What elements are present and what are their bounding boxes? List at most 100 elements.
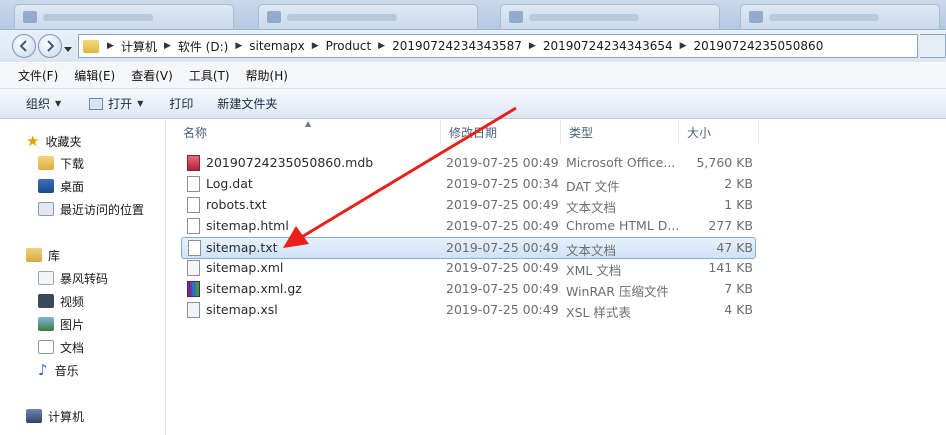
arrow-left-icon: [19, 40, 27, 52]
breadcrumb-sitemapx[interactable]: sitemapx: [246, 39, 307, 53]
file-size: 5,760 KB: [696, 155, 753, 170]
menu-help[interactable]: 帮助(H): [238, 67, 296, 84]
html-file-icon: [187, 218, 200, 234]
libraries-icon: [26, 248, 42, 262]
organize-button[interactable]: 组织 ▼: [16, 95, 71, 112]
file-type: XSL 样式表: [566, 305, 631, 320]
breadcrumb-separator[interactable]: ▶: [525, 41, 540, 51]
column-label: 名称: [183, 125, 208, 140]
nav-label: 图片: [60, 317, 85, 332]
xml-file-icon: [187, 260, 200, 276]
nav-label: 文档: [60, 340, 85, 355]
breadcrumb-folder-2[interactable]: 20190724234343654: [540, 39, 676, 53]
window-icon: [267, 11, 281, 23]
file-name: Log.dat: [206, 176, 253, 191]
file-name: sitemap.xml: [206, 260, 284, 275]
nav-recent-places[interactable]: 最近访问的位置: [38, 198, 144, 220]
file-row[interactable]: sitemap.xml.gz 2019-07-25 00:49 WinRAR 压…: [181, 279, 756, 299]
music-note-icon: ♪: [38, 361, 48, 379]
star-icon: ★: [26, 132, 40, 150]
column-label: 修改日期: [449, 125, 498, 140]
file-row-selected[interactable]: sitemap.txt 2019-07-25 00:49 文本文档 47 KB: [181, 237, 756, 259]
back-button[interactable]: [12, 34, 36, 58]
breadcrumb-separator[interactable]: ▶: [103, 41, 118, 51]
file-row[interactable]: Log.dat 2019-07-25 00:34 DAT 文件 2 KB: [181, 174, 756, 194]
file-date: 2019-07-25 00:49: [446, 218, 559, 233]
breadcrumb-computer[interactable]: 计算机: [118, 38, 160, 55]
winrar-icon: [187, 281, 200, 297]
nav-label: 库: [48, 248, 61, 263]
address-dropdown-button[interactable]: [920, 34, 946, 58]
forward-button[interactable]: [38, 34, 62, 58]
file-icon: [187, 176, 200, 192]
breadcrumb-separator[interactable]: ▶: [231, 41, 246, 51]
breadcrumb-drive[interactable]: 软件 (D:): [175, 38, 231, 55]
breadcrumb-product[interactable]: Product: [323, 39, 375, 53]
file-size: 141 KB: [708, 260, 753, 275]
file-type: WinRAR 压缩文件: [566, 284, 669, 299]
breadcrumb-folder-3[interactable]: 20190724235050860: [691, 39, 827, 53]
nav-downloads[interactable]: 下载: [38, 152, 84, 174]
column-header-type[interactable]: 类型: [561, 120, 679, 144]
text-file-icon: [188, 240, 201, 256]
file-row[interactable]: sitemap.html 2019-07-25 00:49 Chrome HTM…: [181, 216, 756, 236]
nav-baofeng[interactable]: 暴风转码: [38, 267, 108, 289]
menu-edit[interactable]: 编辑(E): [66, 67, 123, 84]
file-date: 2019-07-25 00:49: [446, 155, 559, 170]
file-row[interactable]: sitemap.xsl 2019-07-25 00:49 XSL 样式表 4 K…: [181, 300, 756, 320]
breadcrumb-folder-1[interactable]: 20190724234343587: [389, 39, 525, 53]
breadcrumb-separator[interactable]: ▶: [160, 41, 175, 51]
breadcrumb-separator[interactable]: ▶: [308, 41, 323, 51]
menu-view[interactable]: 查看(V): [123, 67, 181, 84]
background-window-tab[interactable]: [14, 4, 234, 29]
documents-icon: [38, 340, 54, 354]
background-window-tab[interactable]: [258, 4, 478, 29]
nav-pictures[interactable]: 图片: [38, 313, 84, 335]
nav-favorites[interactable]: ★ 收藏夹: [26, 130, 81, 152]
video-icon: [38, 294, 54, 308]
blurred-title: [529, 14, 639, 21]
address-bar[interactable]: ▶ 计算机 ▶ 软件 (D:) ▶ sitemapx ▶ Product ▶ 2…: [78, 34, 918, 58]
nav-label: 最近访问的位置: [60, 202, 145, 217]
breadcrumb-separator[interactable]: ▶: [676, 41, 691, 51]
file-type: Microsoft Office...: [566, 155, 676, 170]
menu-file[interactable]: 文件(F): [10, 67, 66, 84]
file-size: 7 KB: [724, 281, 753, 296]
file-name: sitemap.txt: [206, 240, 278, 255]
background-window-tab[interactable]: [500, 4, 720, 29]
file-type: 文本文档: [566, 243, 617, 258]
file-type: XML 文档: [566, 263, 622, 278]
recent-pages-dropdown[interactable]: [64, 42, 72, 56]
breadcrumb-separator[interactable]: ▶: [374, 41, 389, 51]
nav-desktop[interactable]: 桌面: [38, 175, 84, 197]
nav-music[interactable]: ♪ 音乐: [38, 359, 79, 381]
blurred-title: [287, 14, 397, 21]
window-icon: [509, 11, 523, 23]
nav-videos[interactable]: 视频: [38, 290, 84, 312]
file-row[interactable]: sitemap.xml 2019-07-25 00:49 XML 文档 141 …: [181, 258, 756, 278]
nav-computer[interactable]: 计算机: [26, 405, 84, 427]
column-label: 大小: [687, 125, 712, 140]
background-window-tab[interactable]: [740, 4, 940, 29]
navigation-pane: ★ 收藏夹 下载 桌面 最近访问的位置 库 暴风转码 视频 图片 文档 ♪ 音乐…: [0, 120, 166, 435]
file-name: robots.txt: [206, 197, 267, 212]
file-row[interactable]: 20190724235050860.mdb 2019-07-25 00:49 M…: [181, 153, 756, 173]
column-header-size[interactable]: 大小: [679, 120, 759, 144]
file-date: 2019-07-25 00:49: [446, 260, 559, 275]
window-icon: [23, 11, 37, 23]
computer-icon: [26, 409, 42, 423]
menu-tools[interactable]: 工具(T): [181, 67, 238, 84]
menu-bar: 文件(F) 编辑(E) 查看(V) 工具(T) 帮助(H): [0, 63, 946, 89]
new-folder-button[interactable]: 新建文件夹: [207, 95, 287, 112]
file-row[interactable]: robots.txt 2019-07-25 00:49 文本文档 1 KB: [181, 195, 756, 215]
open-button[interactable]: 打开 ▼: [79, 95, 153, 112]
file-date: 2019-07-25 00:49: [446, 302, 559, 317]
file-name: sitemap.xsl: [206, 302, 278, 317]
file-size: 47 KB: [716, 240, 753, 255]
print-button[interactable]: 打印: [159, 95, 203, 112]
column-header-modified[interactable]: 修改日期: [441, 120, 561, 144]
nav-documents[interactable]: 文档: [38, 336, 84, 358]
blurred-title: [769, 14, 879, 21]
nav-libraries[interactable]: 库: [26, 244, 60, 266]
desktop-icon: [38, 179, 54, 193]
